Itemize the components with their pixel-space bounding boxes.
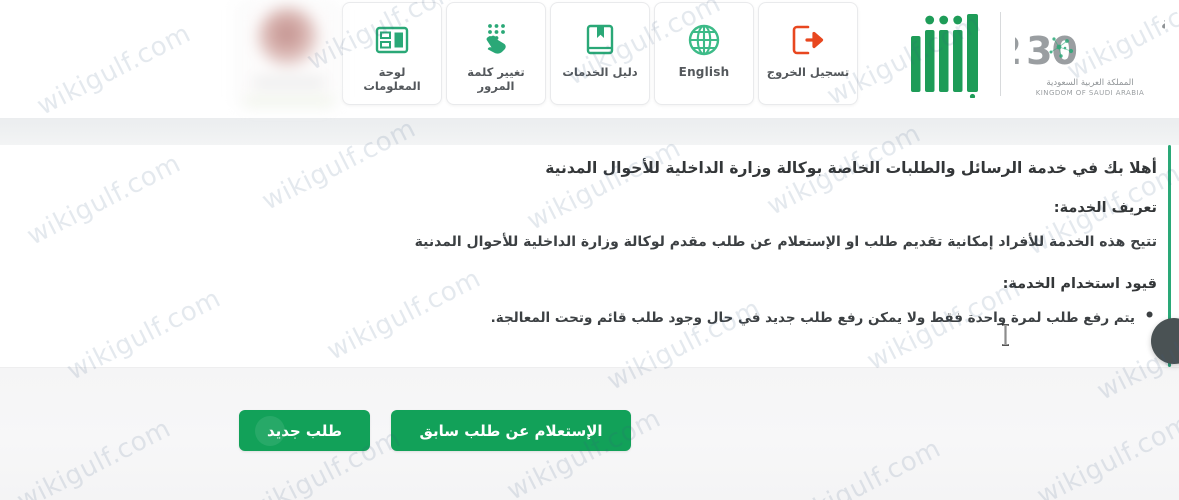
blurred-profile-name (253, 77, 325, 88)
svg-text:2: 2 (1015, 29, 1021, 73)
blurred-profile-photo (257, 7, 319, 67)
blurred-profile-footer (245, 99, 333, 103)
logout-icon (791, 17, 825, 63)
new-request-label: طلب جديد (266, 421, 343, 440)
vision-2030-logo: رؤيـــة 2 30 المملكة العربية السعودية KI… (1015, 11, 1165, 97)
toolbar-item-change-password[interactable]: تغيير كلمة المرور (446, 2, 546, 105)
change-password-icon (479, 17, 513, 63)
absher-logo (908, 6, 984, 102)
toolbar-item-logout[interactable]: تسجيل الخروج (758, 2, 858, 105)
vision-caption-ar: المملكة العربية السعودية (1046, 78, 1134, 88)
definition-heading: تعريف الخدمة: (1053, 200, 1157, 216)
svg-text:رؤيـــة: رؤيـــة (1161, 14, 1165, 34)
logo-divider (1000, 12, 1001, 96)
toolbar-item-dashboard-label: لوحة المعلومات (363, 65, 421, 93)
toolbar-item-language-label: English (678, 65, 730, 79)
globe-icon (687, 17, 721, 63)
page-header: تسجيل الخروج English دليل الخدمات تغيير … (0, 0, 1179, 118)
toolbar-item-change-password-label: تغيير كلمة المرور (467, 65, 525, 93)
header-toolbar: تسجيل الخروج English دليل الخدمات تغيير … (238, 2, 858, 105)
inquire-previous-request-button[interactable]: الإستعلام عن طلب سابق (391, 410, 631, 451)
toolbar-item-services-guide[interactable]: دليل الخدمات (550, 2, 650, 105)
dashboard-icon (374, 17, 410, 63)
actions-footer: الإستعلام عن طلب سابق طلب جديد (0, 367, 1179, 500)
toolbar-item-dashboard[interactable]: لوحة المعلومات (342, 2, 442, 105)
service-info-text: أهلا بك في خدمة الرسائل والطلبات الخاصة … (17, 157, 1157, 328)
restriction-item: يتم رفع طلب لمرة واحدة فقط ولا يمكن رفع … (17, 306, 1157, 328)
toolbar-item-logout-label: تسجيل الخروج (766, 65, 850, 79)
vision-caption-en: KINGDOM OF SAUDI ARABIA (1035, 89, 1145, 97)
book-bookmark-icon (584, 17, 616, 63)
restrictions-list: يتم رفع طلب لمرة واحدة فقط ولا يمكن رفع … (17, 306, 1157, 328)
new-request-button[interactable]: طلب جديد (239, 410, 370, 451)
welcome-text: أهلا بك في خدمة الرسائل والطلبات الخاصة … (545, 159, 1157, 177)
definition-body: تتيح هذه الخدمة للأفراد إمكانية تقديم طل… (414, 234, 1157, 250)
service-info-panel: أهلا بك في خدمة الرسائل والطلبات الخاصة … (0, 145, 1179, 367)
header-separator-band (0, 118, 1179, 145)
brand-logos: رؤيـــة 2 30 المملكة العربية السعودية KI… (908, 4, 1165, 104)
toolbar-item-profile-blurred[interactable] (238, 2, 338, 105)
inquire-previous-request-label: الإستعلام عن طلب سابق (419, 421, 603, 440)
restrictions-heading: قيود استخدام الخدمة: (1002, 276, 1157, 292)
toolbar-item-language[interactable]: English (654, 2, 754, 105)
action-buttons: الإستعلام عن طلب سابق طلب جديد (239, 410, 631, 451)
toolbar-item-services-guide-label: دليل الخدمات (562, 65, 638, 79)
